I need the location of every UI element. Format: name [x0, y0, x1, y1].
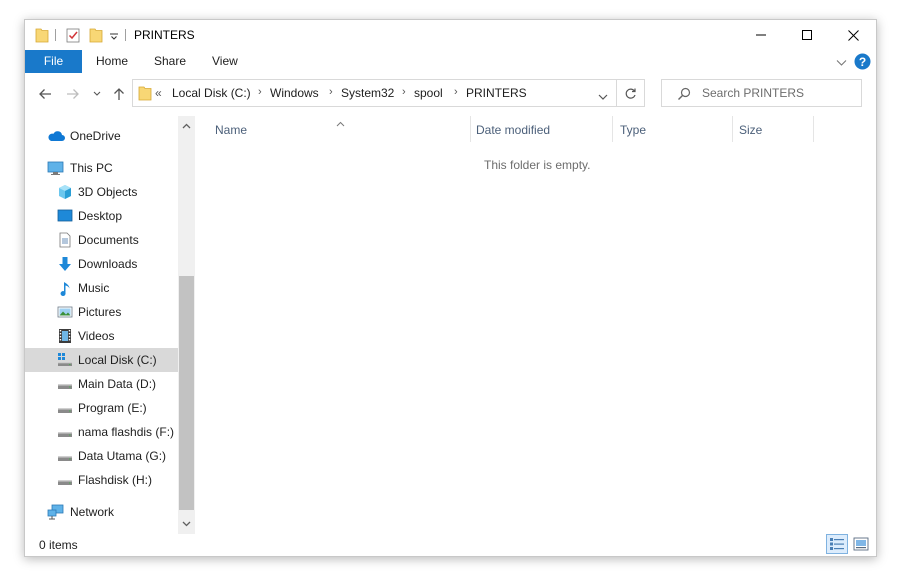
toolbar-divider — [55, 29, 56, 41]
scroll-up-arrow-icon[interactable] — [178, 118, 195, 134]
svg-text:?: ? — [859, 55, 866, 69]
breadcrumb-separator-icon[interactable]: › — [329, 86, 333, 98]
address-history-chevron-icon[interactable] — [598, 90, 608, 104]
help-icon[interactable]: ? — [854, 53, 871, 73]
details-view-icon — [830, 538, 844, 550]
maximize-button[interactable] — [784, 20, 830, 50]
search-box[interactable]: Search PRINTERS — [661, 79, 862, 107]
close-button[interactable] — [830, 20, 876, 50]
breadcrumb-local-disk[interactable]: Local Disk (C:) — [172, 86, 251, 100]
windows-drive-icon — [57, 352, 73, 368]
sidebar-item-videos[interactable]: Videos — [25, 324, 178, 348]
drive-icon — [57, 472, 73, 488]
tab-home[interactable]: Home — [96, 50, 128, 73]
sidebar-item-program-e[interactable]: Program (E:) — [25, 396, 178, 420]
empty-folder-message: This folder is empty. — [484, 158, 591, 172]
column-header-name[interactable]: Name — [207, 116, 471, 142]
network-icon — [47, 504, 64, 520]
minimize-button[interactable] — [738, 20, 784, 50]
sidebar-item-this-pc[interactable]: This PC — [25, 156, 178, 180]
sidebar-item-3d-objects[interactable]: 3D Objects — [25, 180, 178, 204]
details-view-button[interactable] — [826, 534, 848, 554]
address-overflow[interactable]: « — [155, 86, 162, 100]
column-header-size[interactable]: Size — [731, 116, 814, 142]
sidebar-item-network[interactable]: Network — [25, 500, 178, 524]
item-count: 0 items — [39, 538, 78, 552]
breadcrumb-separator-icon[interactable]: › — [402, 86, 406, 98]
cube-icon — [57, 184, 73, 200]
folder-icon — [138, 85, 152, 104]
drive-icon — [57, 400, 73, 416]
onedrive-icon — [47, 128, 65, 144]
desktop-icon — [57, 208, 73, 224]
sidebar-item-onedrive[interactable]: OneDrive — [25, 124, 178, 148]
sidebar-item-nama-flashdis-f[interactable]: nama flashdis (F:) — [25, 420, 178, 444]
sidebar-item-main-data-d[interactable]: Main Data (D:) — [25, 372, 178, 396]
tab-share[interactable]: Share — [154, 50, 186, 73]
music-note-icon — [57, 280, 73, 297]
up-button[interactable] — [109, 84, 129, 104]
toolbar-divider — [125, 29, 126, 41]
refresh-button[interactable] — [617, 79, 645, 107]
sidebar-item-music[interactable]: Music — [25, 276, 178, 300]
sidebar-item-local-disk-c[interactable]: Local Disk (C:) — [25, 348, 178, 372]
search-icon — [677, 87, 691, 104]
column-header-type[interactable]: Type — [612, 116, 733, 142]
sidebar-scrollbar[interactable] — [178, 116, 195, 534]
film-icon — [57, 328, 73, 344]
breadcrumb-spool[interactable]: spool — [414, 86, 443, 100]
drive-icon — [57, 424, 73, 440]
picture-icon — [57, 304, 73, 320]
search-placeholder: Search PRINTERS — [702, 86, 805, 100]
navigation-bar: « Local Disk (C:) › Windows › System32 ›… — [25, 78, 876, 110]
computer-icon — [47, 160, 64, 176]
large-icons-view-button[interactable] — [850, 534, 872, 554]
explorer-window: PRINTERS File Home Share View ? « Local … — [24, 19, 877, 557]
sidebar-item-downloads[interactable]: Downloads — [25, 252, 178, 276]
sidebar-item-data-utama-g[interactable]: Data Utama (G:) — [25, 444, 178, 468]
drive-icon — [57, 448, 73, 464]
tab-file[interactable]: File — [25, 50, 82, 73]
window-title: PRINTERS — [134, 28, 195, 42]
document-icon — [57, 232, 73, 248]
properties-checkmark-icon[interactable] — [66, 27, 80, 46]
refresh-icon — [625, 88, 636, 99]
scroll-down-arrow-icon[interactable] — [178, 516, 195, 532]
status-bar: 0 items — [25, 534, 876, 556]
new-folder-icon[interactable] — [89, 27, 103, 46]
tab-view[interactable]: View — [212, 50, 238, 73]
breadcrumb-separator-icon[interactable]: › — [454, 86, 458, 98]
large-icons-view-icon — [853, 537, 869, 551]
sidebar-item-desktop[interactable]: Desktop — [25, 204, 178, 228]
back-button[interactable] — [35, 84, 55, 104]
sidebar-item-flashdisk-h[interactable]: Flashdisk (H:) — [25, 468, 178, 492]
column-header-date-modified[interactable]: Date modified — [468, 116, 613, 142]
address-bar[interactable]: « Local Disk (C:) › Windows › System32 ›… — [132, 79, 617, 107]
drive-icon — [57, 376, 73, 392]
sidebar-item-documents[interactable]: Documents — [25, 228, 178, 252]
scroll-thumb[interactable] — [179, 276, 194, 510]
forward-button[interactable] — [63, 84, 83, 104]
quick-access-dropdown-icon[interactable] — [109, 30, 119, 44]
recent-locations-chevron-icon[interactable] — [87, 84, 107, 104]
navigation-pane: OneDrive This PC 3D Objects Desktop Docu — [25, 116, 195, 534]
breadcrumb-windows[interactable]: Windows — [270, 86, 319, 100]
expand-ribbon-chevron-icon[interactable] — [836, 56, 847, 70]
sidebar-item-pictures[interactable]: Pictures — [25, 300, 178, 324]
breadcrumb-separator-icon[interactable]: › — [258, 86, 262, 98]
file-list[interactable]: Name Date modified Type Size This folder… — [201, 116, 876, 534]
title-bar: PRINTERS — [25, 20, 876, 50]
breadcrumb-printers[interactable]: PRINTERS — [466, 86, 527, 100]
breadcrumb-system32[interactable]: System32 — [341, 86, 394, 100]
download-arrow-icon — [57, 256, 73, 272]
folder-icon[interactable] — [35, 27, 49, 46]
ribbon-tabs: File Home Share View ? — [25, 50, 876, 73]
